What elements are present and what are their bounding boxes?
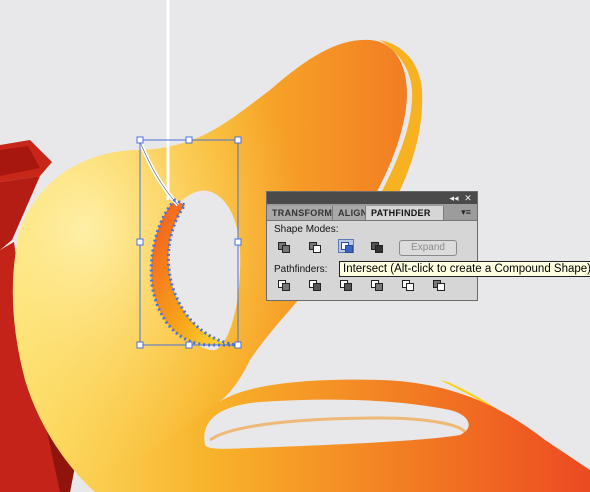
pathfinder-panel: ◂◂ ✕ TRANSFORM ALIGN PATHFINDER ▾≡ Shape… xyxy=(266,191,478,301)
minus-back-icon[interactable] xyxy=(431,278,447,292)
merge-icon[interactable] xyxy=(338,278,354,292)
intersect-icon[interactable] xyxy=(338,239,354,253)
exclude-icon[interactable] xyxy=(369,240,385,254)
collapse-panel-icon[interactable]: ◂◂ xyxy=(447,192,461,204)
tab-transform[interactable]: TRANSFORM xyxy=(267,206,333,220)
crop-icon[interactable] xyxy=(369,278,385,292)
close-panel-icon[interactable]: ✕ xyxy=(461,192,475,204)
pathfinders-label: Pathfinders: xyxy=(274,264,328,275)
panel-menu-icon[interactable]: ▾≡ xyxy=(459,207,473,217)
handle-middle-left[interactable] xyxy=(136,238,144,246)
handle-bottom-left[interactable] xyxy=(136,341,144,349)
handle-top-middle[interactable] xyxy=(185,136,193,144)
divide-icon[interactable] xyxy=(276,278,292,292)
outline-icon[interactable] xyxy=(400,278,416,292)
intersect-tooltip: Intersect (Alt-click to create a Compoun… xyxy=(339,261,590,277)
trim-icon[interactable] xyxy=(307,278,323,292)
minus-front-icon[interactable] xyxy=(307,240,323,254)
handle-bottom-right[interactable] xyxy=(234,341,242,349)
tab-pathfinder[interactable]: PATHFINDER xyxy=(366,206,444,220)
expand-button[interactable]: Expand xyxy=(399,240,457,256)
handle-middle-right[interactable] xyxy=(234,238,242,246)
tab-align[interactable]: ALIGN xyxy=(333,206,366,220)
panel-tabs: TRANSFORM ALIGN PATHFINDER ▾≡ xyxy=(267,204,477,221)
panel-title-bar[interactable]: ◂◂ ✕ xyxy=(267,192,477,204)
unite-icon[interactable] xyxy=(276,240,292,254)
handle-top-right[interactable] xyxy=(234,136,242,144)
handle-top-left[interactable] xyxy=(136,136,144,144)
shape-modes-label: Shape Modes: xyxy=(274,224,339,235)
handle-bottom-middle[interactable] xyxy=(185,341,193,349)
